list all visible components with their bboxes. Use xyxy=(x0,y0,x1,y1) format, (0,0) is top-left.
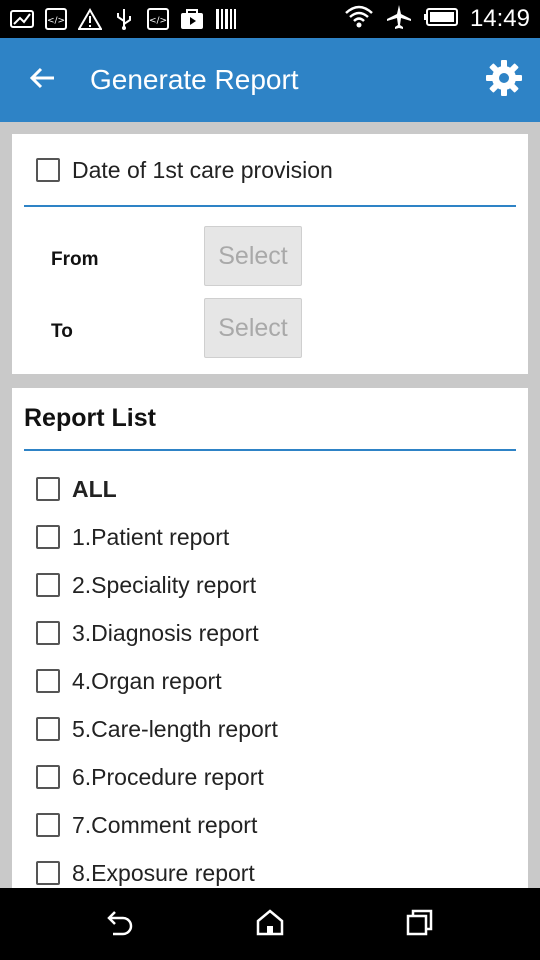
report-item-label: 6.Procedure report xyxy=(72,763,264,790)
report-item-label: ALL xyxy=(72,475,117,502)
checkbox[interactable] xyxy=(36,525,60,549)
date-checkbox-row[interactable]: Date of 1st care provision xyxy=(36,154,333,186)
report-item-label: 5.Care-length report xyxy=(72,715,278,742)
report-list-card: Report List ALL 1.Patient report 2.Speci… xyxy=(12,388,528,888)
nav-home-button[interactable] xyxy=(252,906,288,942)
checkbox[interactable] xyxy=(36,477,60,501)
report-item-speciality[interactable]: 2.Speciality report xyxy=(36,569,256,601)
gear-icon xyxy=(485,59,523,102)
report-item-label: 2.Speciality report xyxy=(72,571,257,598)
report-item-label: 7.Comment report xyxy=(72,811,258,838)
report-item-exposure[interactable]: 8.Exposure report xyxy=(36,857,255,888)
code-icon: </> xyxy=(44,7,68,31)
from-label: From xyxy=(51,249,99,270)
back-arrow-icon xyxy=(28,66,56,95)
report-item-all[interactable]: ALL xyxy=(36,473,117,505)
app-bar: Generate Report xyxy=(0,38,540,122)
home-icon xyxy=(255,908,285,941)
report-item-diagnosis[interactable]: 3.Diagnosis report xyxy=(36,617,259,649)
nav-back-button[interactable] xyxy=(102,906,138,942)
divider xyxy=(24,205,516,207)
play-store-icon xyxy=(180,7,204,31)
report-list-title: Report List xyxy=(24,404,156,432)
report-item-label: 1.Patient report xyxy=(72,523,230,550)
settings-button[interactable] xyxy=(484,59,524,102)
report-item-label: 8.Exposure report xyxy=(72,859,255,886)
checkbox[interactable] xyxy=(36,717,60,741)
usb-icon xyxy=(112,7,136,31)
report-item-organ[interactable]: 4.Organ report xyxy=(36,665,222,697)
checkbox[interactable] xyxy=(36,669,60,693)
back-nav-icon xyxy=(105,908,135,941)
checkbox[interactable] xyxy=(36,861,60,885)
divider xyxy=(24,449,516,451)
back-button[interactable] xyxy=(24,60,60,100)
report-item-label: 4.Organ report xyxy=(72,667,222,694)
status-right: 14:49 xyxy=(344,0,530,38)
checkbox[interactable] xyxy=(36,765,60,789)
code-icon: </> xyxy=(146,7,170,31)
svg-text:</>: </> xyxy=(149,16,167,26)
checkbox[interactable] xyxy=(36,813,60,837)
status-bar: </> </> 14:49 xyxy=(0,0,540,38)
barcode-icon xyxy=(214,7,238,31)
date-filter-card: Date of 1st care provision From Select T… xyxy=(12,134,528,374)
date-checkbox[interactable] xyxy=(36,158,60,182)
to-select-button[interactable]: Select xyxy=(204,298,302,358)
svg-text:</>: </> xyxy=(47,16,65,26)
airplane-icon xyxy=(386,4,412,35)
checkbox[interactable] xyxy=(36,573,60,597)
status-time: 14:49 xyxy=(469,5,530,32)
report-item-comment[interactable]: 7.Comment report xyxy=(36,809,257,841)
date-checkbox-label: Date of 1st care provision xyxy=(72,156,333,183)
page-title: Generate Report xyxy=(90,64,299,95)
battery-icon xyxy=(423,7,458,31)
checkbox[interactable] xyxy=(36,621,60,645)
report-item-procedure[interactable]: 6.Procedure report xyxy=(36,761,264,793)
warning-icon xyxy=(78,7,102,31)
wifi-icon xyxy=(344,3,374,36)
nav-recents-button[interactable] xyxy=(402,906,438,942)
image-icon xyxy=(10,7,34,31)
recents-icon xyxy=(405,908,435,941)
from-select-button[interactable]: Select xyxy=(204,226,302,286)
report-item-patient[interactable]: 1.Patient report xyxy=(36,521,229,553)
to-label: To xyxy=(51,321,73,342)
report-item-care-length[interactable]: 5.Care-length report xyxy=(36,713,278,745)
navigation-bar xyxy=(0,888,540,960)
report-item-label: 3.Diagnosis report xyxy=(72,619,259,646)
